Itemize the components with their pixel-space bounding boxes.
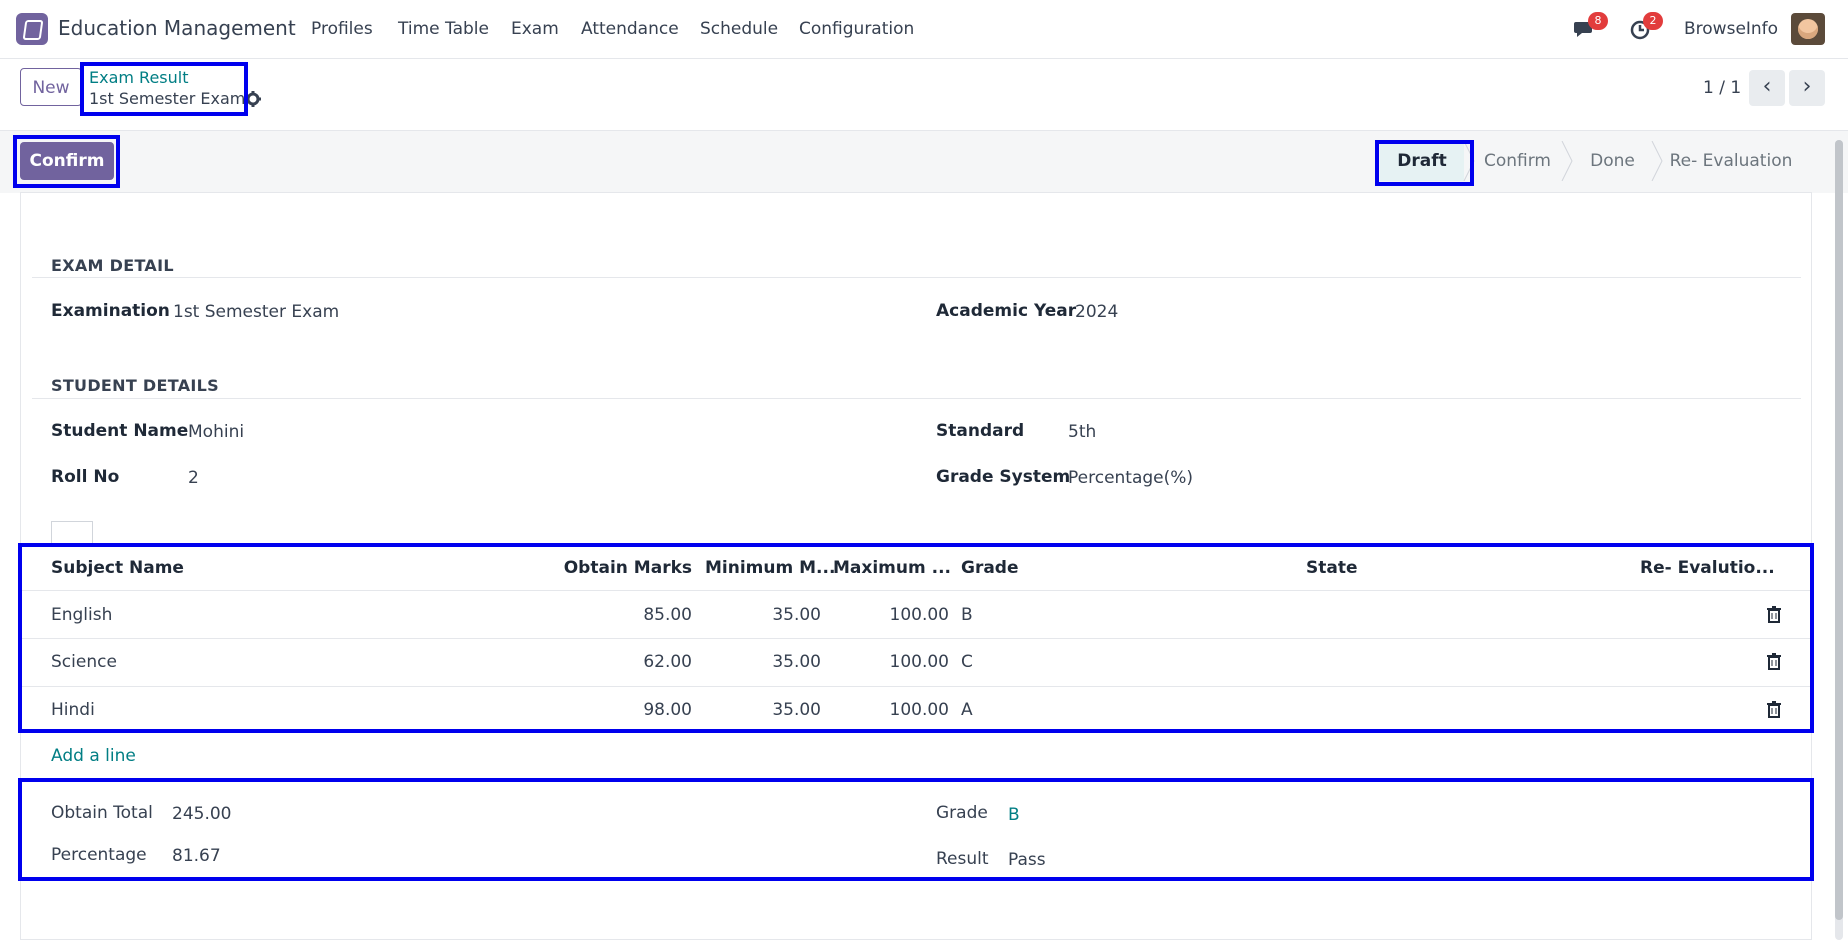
- chevron-right-icon: ›: [1802, 74, 1812, 99]
- menu-profiles[interactable]: Profiles: [311, 19, 373, 39]
- new-button[interactable]: New: [20, 68, 82, 106]
- menu-configuration[interactable]: Configuration: [799, 19, 914, 39]
- menu-time-table[interactable]: Time Table: [398, 19, 489, 39]
- confirm-highlight-box: [13, 135, 120, 188]
- examination-label: Examination: [51, 301, 170, 321]
- messages-badge: 8: [1588, 12, 1608, 30]
- avatar[interactable]: [1791, 13, 1825, 45]
- chevron-left-icon: ‹: [1762, 74, 1772, 99]
- standard-field[interactable]: 5th: [1068, 422, 1096, 442]
- pager-previous-button[interactable]: ‹: [1749, 70, 1785, 106]
- exam-detail-title: EXAM DETAIL: [51, 256, 174, 275]
- roll-no-field[interactable]: 2: [188, 468, 199, 488]
- scrollbar-thumb[interactable]: [1835, 140, 1843, 920]
- notebook-tab[interactable]: [51, 521, 93, 544]
- academic-year-label: Academic Year: [936, 301, 1077, 321]
- grade-system-label: Grade System: [936, 467, 1071, 487]
- totals-highlight-box: [18, 778, 1814, 881]
- app-title[interactable]: Education Management: [58, 16, 296, 40]
- add-a-line-link[interactable]: Add a line: [51, 746, 136, 766]
- menu-attendance[interactable]: Attendance: [581, 19, 679, 39]
- menu-schedule[interactable]: Schedule: [700, 19, 778, 39]
- table-highlight-box: [18, 543, 1814, 733]
- student-name-label: Student Name: [51, 421, 189, 441]
- student-name-field[interactable]: Mohini: [188, 422, 244, 442]
- exam-detail-divider: [32, 277, 1801, 278]
- student-details-divider: [32, 398, 1801, 399]
- examination-field[interactable]: 1st Semester Exam: [173, 302, 339, 322]
- standard-label: Standard: [936, 421, 1025, 441]
- academic-year-field[interactable]: 2024: [1075, 302, 1118, 322]
- pager-next-button[interactable]: ›: [1789, 70, 1825, 106]
- roll-no-label: Roll No: [51, 467, 120, 487]
- grade-system-field[interactable]: Percentage(%): [1068, 468, 1193, 488]
- breadcrumb-highlight-box: [80, 62, 248, 116]
- student-details-title: STUDENT DETAILS: [51, 376, 219, 395]
- app-logo-icon[interactable]: [16, 13, 48, 45]
- draft-highlight-box: [1375, 140, 1474, 186]
- pager-value[interactable]: 1 / 1: [1703, 78, 1741, 98]
- stage-separators: [1463, 141, 1663, 181]
- activities-badge: 2: [1643, 12, 1663, 30]
- menu-exam[interactable]: Exam: [511, 19, 559, 39]
- user-menu[interactable]: BrowseInfo: [1684, 19, 1778, 39]
